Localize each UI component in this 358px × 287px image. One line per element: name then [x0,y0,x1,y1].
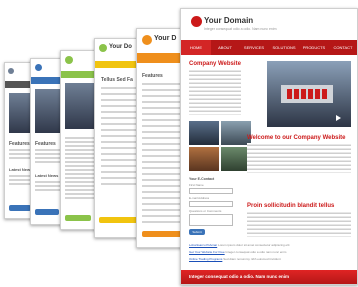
play-icon[interactable] [336,115,341,121]
logo-icon [142,35,152,45]
form-title: Your E-Contact [189,177,215,181]
nav-products[interactable]: PRODUCTS [299,40,329,55]
logo-icon [65,56,73,64]
template-preview-red[interactable]: Your Domain Integer consequat odio a odi… [180,8,358,285]
nav-about[interactable]: ABOUT [211,40,239,55]
preview-heading: Features [142,73,163,79]
nav-home[interactable]: HOME [181,40,211,55]
message-field[interactable] [189,214,233,226]
footer-text: Integer consequat odio a odio. Nam nunc … [189,274,290,279]
brand-name: Your Domain [204,16,254,25]
preview-button [65,215,91,221]
company-intro [189,69,241,115]
proin-body [247,211,351,237]
first-name-field[interactable] [189,188,233,194]
preview-button [99,217,139,223]
preview-subheading: Latest News [35,173,59,178]
logo-icon [191,16,202,27]
nav-solutions[interactable]: SOLUTIONS [269,40,299,55]
link-row: Get Your Website For Free Integer conseq… [189,250,287,254]
preview-subheading: Latest News [9,167,33,172]
footer-bar: Integer consequat odio a odio. Nam nunc … [181,270,357,284]
thumb-grid [189,121,251,171]
preview-heading: Tellus Sed Fa [101,77,133,83]
preview-brand: Your D [154,35,177,42]
sign-text [287,89,327,99]
nav-bar: HOME ABOUT SERVICES SOLUTIONS PRODUCTS C… [181,40,357,55]
logo-icon [8,68,14,74]
preview-brand: Your Do [109,44,132,50]
logo-icon [35,64,42,71]
link-row: Lobortisarcu Pulvinar Lorem ipsum dolor … [189,243,290,247]
brand-tagline: Integer consequat odio a odio. Nam nunc … [204,27,277,31]
nav-contact[interactable]: CONTACT [329,40,357,55]
welcome-body [247,143,351,173]
preview-button [35,209,59,215]
link-row: Online Trading Programs Sed diam nonummy… [189,257,281,261]
preview-heading: Features [9,141,30,147]
proin-title: Proin sollicitudin blandit tellus [247,203,335,209]
preview-heading: Features [35,141,56,147]
nav-services[interactable]: SERVICES [239,40,269,55]
email-field[interactable] [189,201,233,207]
company-title: Company Website [189,61,241,67]
submit-button[interactable]: Submit [189,229,205,235]
logo-icon [99,44,107,52]
preview-button [142,231,182,237]
preview-button [9,205,31,211]
welcome-title: Welcome to our Company Website [247,135,346,141]
